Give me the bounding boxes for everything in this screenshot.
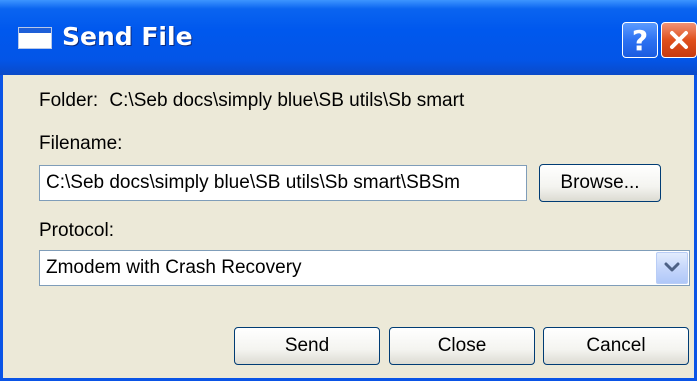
chevron-down-icon bbox=[664, 262, 680, 272]
close-window-button[interactable] bbox=[661, 22, 697, 58]
help-button[interactable]: ? bbox=[622, 22, 658, 58]
filename-label: Filename: bbox=[39, 133, 123, 154]
send-button[interactable]: Send bbox=[234, 327, 380, 365]
title-bar[interactable]: Send File ? bbox=[0, 0, 697, 75]
folder-label: Folder: bbox=[39, 90, 99, 111]
send-file-dialog: Send File ? Folder: C:\Seb docs\simply b… bbox=[0, 0, 697, 381]
close-icon bbox=[670, 31, 688, 49]
window-title: Send File bbox=[62, 22, 193, 51]
protocol-select[interactable]: Zmodem with Crash Recovery bbox=[39, 250, 690, 286]
protocol-dropdown-button[interactable] bbox=[656, 252, 688, 284]
cancel-button[interactable]: Cancel bbox=[543, 327, 689, 365]
folder-row: Folder: C:\Seb docs\simply blue\SB utils… bbox=[39, 90, 464, 112]
filename-input[interactable] bbox=[39, 165, 527, 201]
browse-button[interactable]: Browse... bbox=[539, 164, 661, 202]
window-icon bbox=[18, 27, 52, 49]
folder-path: C:\Seb docs\simply blue\SB utils\Sb smar… bbox=[109, 90, 465, 111]
close-button[interactable]: Close bbox=[389, 327, 535, 365]
help-icon: ? bbox=[631, 23, 649, 57]
protocol-selected-value: Zmodem with Crash Recovery bbox=[46, 257, 302, 278]
protocol-label: Protocol: bbox=[39, 220, 114, 241]
